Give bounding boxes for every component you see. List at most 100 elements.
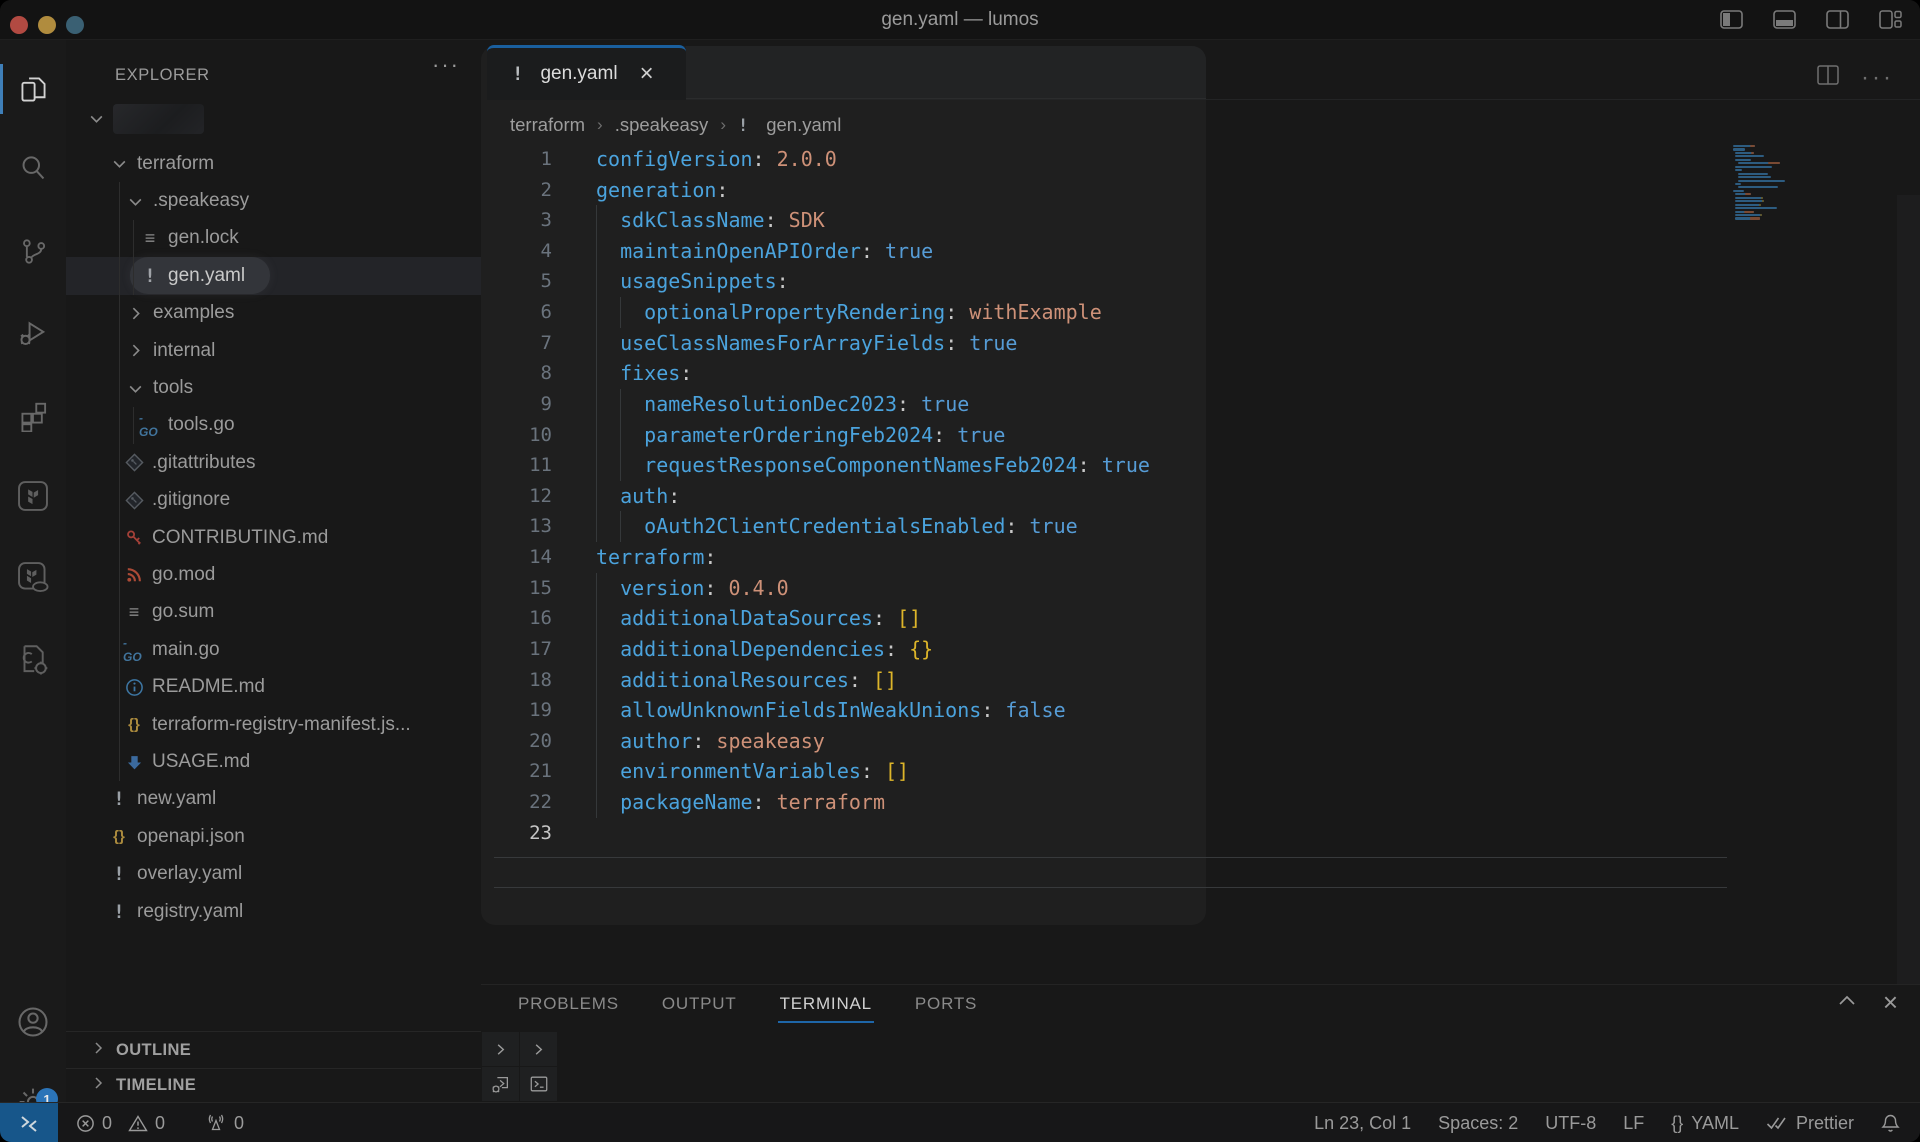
tree-item--gitignore[interactable]: .gitignore — [66, 482, 481, 519]
code-text: environmentVariables: [] — [620, 759, 910, 784]
code-line[interactable]: 11 requestResponseComponentNamesFeb2024: … — [481, 450, 1911, 481]
tree-item-label: .speakeasy — [153, 190, 250, 212]
tree-item--gitattributes[interactable]: .gitattributes — [66, 444, 481, 481]
terminal-icon[interactable] — [520, 1067, 557, 1101]
run-debug-icon[interactable] — [0, 305, 66, 361]
tree-item-internal[interactable]: internal — [66, 332, 481, 369]
code-line[interactable]: 21 environmentVariables: [] — [481, 756, 1911, 787]
editor-scrollbar[interactable] — [1897, 195, 1920, 1075]
code-line[interactable]: 6 optionalPropertyRendering: withExample — [481, 297, 1911, 328]
accounts-icon[interactable] — [0, 994, 66, 1050]
editor-more-actions-icon[interactable]: ··· — [1861, 65, 1894, 89]
code-line[interactable]: 20 author: speakeasy — [481, 725, 1911, 757]
code-line[interactable]: 13 oAuth2ClientCredentialsEnabled: true — [481, 511, 1911, 543]
error-count: 0 — [102, 1112, 113, 1133]
code-line[interactable]: 17 additionalDependencies: {} — [481, 633, 1911, 665]
tree-item-tools-go[interactable]: -GO tools.go — [66, 407, 481, 444]
tree-item-examples[interactable]: examples — [66, 295, 481, 332]
toggle-panel-icon[interactable] — [1773, 10, 1796, 29]
breadcrumb-item[interactable]: .speakeasy — [615, 114, 709, 136]
debug-terminal-icon[interactable] — [482, 1067, 519, 1101]
tree-item-gen-lock[interactable]: ≡ gen.lock — [66, 220, 481, 257]
code-line[interactable]: 4 maintainOpenAPIOrder: true — [481, 235, 1911, 267]
workspace-name-redacted — [113, 104, 204, 134]
code-line[interactable]: 10 parameterOrderingFeb2024: true — [481, 419, 1911, 451]
tree-item-usage-md[interactable]: USAGE.md — [66, 743, 481, 780]
tree-item-openapi-json[interactable]: {} openapi.json — [66, 818, 481, 855]
customize-layout-icon[interactable] — [1879, 10, 1902, 29]
formatter-status[interactable]: Prettier — [1766, 1113, 1854, 1134]
language-mode[interactable]: {} YAML — [1671, 1113, 1739, 1134]
tab-gen-yaml[interactable]: ! gen.yaml × — [487, 45, 686, 100]
tab-close-icon[interactable]: × — [640, 62, 654, 86]
panel-tab-terminal[interactable]: TERMINAL — [777, 994, 875, 1023]
tree-item-main-go[interactable]: -GO main.go — [66, 631, 481, 668]
outline-section-header[interactable]: OUTLINE — [66, 1031, 481, 1068]
more-actions-icon[interactable]: ··· — [432, 52, 460, 78]
panel-maximize-icon[interactable] — [1838, 993, 1856, 1011]
tree-item-tools[interactable]: tools — [66, 369, 481, 406]
chevron-right-icon[interactable] — [482, 1032, 519, 1066]
minimap-line — [1735, 169, 1743, 172]
code-line[interactable]: 15 version: 0.4.0 — [481, 572, 1911, 604]
code-line[interactable]: 19 allowUnknownFieldsInWeakUnions: false — [481, 695, 1911, 726]
tree-item-registry-yaml[interactable]: ! registry.yaml — [66, 893, 481, 930]
problems-status[interactable]: 0 0 — [76, 1113, 165, 1134]
code-line[interactable]: 22 packageName: terraform — [481, 787, 1911, 818]
remote-indicator[interactable] — [0, 1103, 58, 1142]
cursor-position[interactable]: Ln 23, Col 1 — [1314, 1113, 1411, 1134]
workspace-root-item[interactable] — [66, 102, 481, 136]
search-icon[interactable] — [0, 140, 66, 196]
tree-item-readme-md[interactable]: README.md — [66, 669, 481, 706]
code-line[interactable]: 8 fixes: — [481, 358, 1911, 389]
panel-tab-output[interactable]: OUTPUT — [662, 994, 737, 1014]
panel-tab-ports[interactable]: PORTS — [915, 994, 977, 1014]
toggle-secondary-sidebar-icon[interactable] — [1826, 10, 1849, 29]
terraform-cloud-icon[interactable] — [0, 549, 66, 605]
code-line[interactable]: 23 — [481, 818, 1911, 849]
minimap-line — [1735, 165, 1773, 168]
code-line[interactable]: 18 additionalResources: [] — [481, 664, 1911, 696]
code-line[interactable]: 2 generation: — [481, 175, 1911, 206]
split-editor-icon[interactable] — [1817, 65, 1839, 90]
code-line[interactable]: 16 additionalDataSources: [] — [481, 603, 1911, 634]
tree-item-terraform-registry-manifest-js-[interactable]: {} terraform-registry-manifest.js... — [66, 706, 481, 743]
panel-tab-problems[interactable]: PROBLEMS — [518, 994, 619, 1014]
chevron-right-icon[interactable] — [520, 1032, 557, 1066]
code-text: sdkClassName: SDK — [620, 208, 825, 233]
indentation[interactable]: Spaces: 2 — [1438, 1113, 1518, 1134]
code-text: nameResolutionDec2023: true — [644, 391, 970, 416]
extensions-icon[interactable] — [0, 388, 66, 444]
toggle-primary-sidebar-icon[interactable] — [1720, 10, 1743, 29]
encoding[interactable]: UTF-8 — [1545, 1113, 1596, 1134]
tree-item-contributing-md[interactable]: CONTRIBUTING.md — [66, 519, 481, 556]
notifications-bell-icon[interactable] — [1881, 1113, 1900, 1133]
tree-item-new-yaml[interactable]: ! new.yaml — [66, 781, 481, 818]
tree-item-go-sum[interactable]: ≡ go.sum — [66, 594, 481, 631]
ports-status[interactable]: 0 — [205, 1113, 244, 1134]
chevron-down-icon — [108, 155, 130, 172]
code-tools-icon[interactable] — [0, 631, 66, 687]
code-line[interactable]: 3 sdkClassName: SDK — [481, 205, 1911, 236]
tree-item-label: .gitattributes — [152, 451, 256, 473]
code-line[interactable]: 1 configVersion: 2.0.0 — [481, 144, 1911, 175]
breadcrumb-item[interactable]: terraform — [510, 114, 585, 136]
code-line[interactable]: 12 auth: — [481, 480, 1911, 512]
line-number: 18 — [529, 668, 552, 691]
code-line[interactable]: 14 terraform: — [481, 542, 1911, 573]
source-control-icon[interactable] — [0, 223, 66, 279]
terraform-icon[interactable] — [0, 468, 66, 524]
code-line[interactable]: 5 usageSnippets: — [481, 266, 1911, 298]
tree-item-go-mod[interactable]: go.mod — [66, 556, 481, 593]
panel-close-icon[interactable]: × — [1883, 989, 1898, 1015]
timeline-section-header[interactable]: TIMELINE — [66, 1068, 481, 1102]
tree-item-overlay-yaml[interactable]: ! overlay.yaml — [66, 856, 481, 893]
eol[interactable]: LF — [1623, 1113, 1644, 1134]
explorer-icon[interactable] — [0, 61, 66, 117]
tree-item--speakeasy[interactable]: .speakeasy — [66, 182, 481, 219]
breadcrumb-item[interactable]: gen.yaml — [766, 114, 841, 136]
tree-item-terraform[interactable]: terraform — [66, 145, 481, 182]
code-line[interactable]: 9 nameResolutionDec2023: true — [481, 388, 1911, 420]
tree-item-gen-yaml[interactable]: ! gen.yaml — [66, 257, 481, 295]
code-line[interactable]: 7 useClassNamesForArrayFields: true — [481, 327, 1911, 359]
